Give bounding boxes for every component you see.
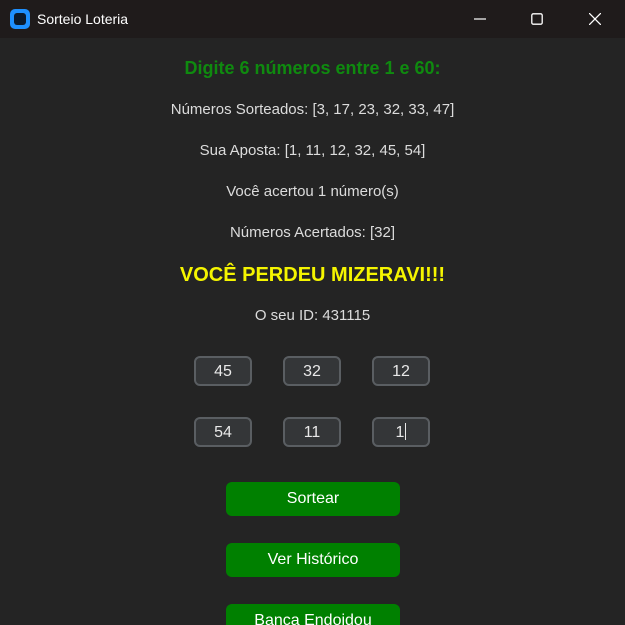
bank-button[interactable]: Banca Endoidou [226, 604, 400, 625]
draw-button[interactable]: Sortear [226, 482, 400, 516]
result-message: VOCÊ PERDEU MIZERAVI!!! [179, 264, 446, 286]
number-input-1[interactable]: 45 [194, 356, 252, 386]
number-input-3[interactable]: 12 [372, 356, 430, 386]
number-input-6-value: 1 [395, 424, 405, 441]
app-icon [10, 9, 30, 29]
number-input-6[interactable]: 1 [372, 417, 430, 447]
hits-count-label: Você acertou 1 número(s) [226, 183, 399, 200]
close-button[interactable] [572, 0, 618, 38]
hit-numbers-label: Números Acertados: [32] [229, 224, 396, 241]
history-button[interactable]: Ver Histórico [226, 543, 400, 577]
user-id-label: O seu ID: 431115 [254, 307, 371, 324]
window-title: Sorteio Loteria [37, 11, 129, 27]
bet-label: Sua Aposta: [1, 11, 12, 32, 45, 54] [199, 142, 426, 159]
maximize-button[interactable] [514, 0, 560, 38]
close-icon [589, 13, 601, 25]
minimize-button[interactable] [457, 0, 503, 38]
main-content: Digite 6 números entre 1 e 60: Números S… [0, 38, 625, 625]
app-window: Sorteio Loteria Digite 6 números entre 1… [0, 0, 625, 625]
minimize-icon [474, 18, 486, 20]
number-input-4[interactable]: 54 [194, 417, 252, 447]
number-input-5[interactable]: 11 [283, 417, 341, 447]
title-bar[interactable]: Sorteio Loteria [0, 0, 625, 38]
drawn-numbers-label: Números Sorteados: [3, 17, 23, 32, 33, 4… [170, 101, 455, 118]
instruction-heading: Digite 6 números entre 1 e 60: [184, 58, 441, 78]
number-input-2[interactable]: 32 [283, 356, 341, 386]
maximize-icon [531, 13, 543, 25]
text-cursor [405, 423, 407, 440]
